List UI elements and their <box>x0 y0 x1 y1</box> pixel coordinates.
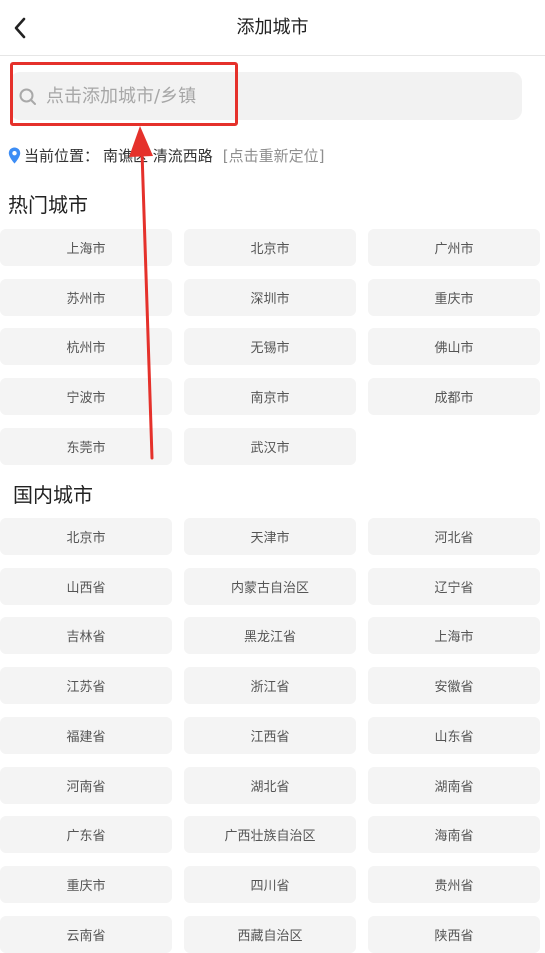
page-title: 添加城市 <box>236 17 309 38</box>
hot-city-button[interactable]: 深圳市 <box>184 278 356 316</box>
hot-city-button[interactable]: 广州市 <box>368 229 540 266</box>
search-icon <box>19 88 36 105</box>
domestic-city-button[interactable]: 山西省 <box>0 567 172 605</box>
location-label: 当前位置： <box>24 146 100 165</box>
domestic-city-button[interactable]: 海南省 <box>368 816 540 854</box>
hot-city-button[interactable]: 佛山市 <box>368 328 540 366</box>
domestic-city-button[interactable]: 广西壮族自治区 <box>184 816 356 854</box>
hot-city-button[interactable]: 苏州市 <box>0 278 172 316</box>
domestic-city-button[interactable]: 江苏省 <box>0 667 172 705</box>
domestic-city-button[interactable]: 湖南省 <box>368 766 540 804</box>
domestic-city-button[interactable]: 重庆市 <box>0 865 172 903</box>
domestic-city-button[interactable]: 湖北省 <box>184 766 356 804</box>
domestic-cities-title: 国内城市 <box>13 483 93 507</box>
relocate-link[interactable]: [点击重新定位] <box>223 145 325 166</box>
domestic-city-button[interactable]: 四川省 <box>184 865 356 903</box>
hot-city-button[interactable]: 东莞市 <box>0 427 172 465</box>
domestic-city-button[interactable]: 贵州省 <box>368 865 540 903</box>
domestic-city-button[interactable]: 内蒙古自治区 <box>184 567 356 605</box>
domestic-city-button[interactable]: 云南省 <box>0 915 172 953</box>
domestic-city-button[interactable]: 河南省 <box>0 766 172 804</box>
header: 添加城市 <box>0 0 545 56</box>
domestic-city-button[interactable]: 北京市 <box>0 518 172 555</box>
hot-city-button[interactable]: 上海市 <box>0 229 172 266</box>
domestic-city-button[interactable]: 广东省 <box>0 816 172 854</box>
map-pin-icon <box>8 147 21 163</box>
current-location: 当前位置： 南谯区 清流西路 [点击重新定位] <box>8 142 325 168</box>
domestic-city-button[interactable]: 天津市 <box>184 518 356 555</box>
domestic-city-button[interactable]: 上海市 <box>368 617 540 655</box>
hot-city-button[interactable]: 南京市 <box>184 378 356 416</box>
domestic-city-button[interactable]: 福建省 <box>0 716 172 754</box>
domestic-city-button[interactable]: 辽宁省 <box>368 567 540 605</box>
hot-city-button[interactable]: 宁波市 <box>0 378 172 416</box>
search-input[interactable] <box>46 80 236 112</box>
hot-city-button[interactable]: 武汉市 <box>184 427 356 465</box>
hot-city-button[interactable]: 北京市 <box>184 229 356 266</box>
hot-city-button[interactable]: 杭州市 <box>0 328 172 366</box>
domestic-city-button[interactable]: 河北省 <box>368 518 540 555</box>
domestic-city-button[interactable]: 陕西省 <box>368 915 540 953</box>
location-value: 南谯区 清流西路 <box>103 146 213 165</box>
domestic-city-button[interactable]: 黑龙江省 <box>184 617 356 655</box>
domestic-city-button[interactable]: 浙江省 <box>184 667 356 705</box>
domestic-city-button[interactable]: 江西省 <box>184 716 356 754</box>
hot-city-button[interactable]: 重庆市 <box>368 278 540 316</box>
domestic-city-button[interactable]: 山东省 <box>368 716 540 754</box>
domestic-city-button[interactable]: 安徽省 <box>368 667 540 705</box>
domestic-city-button[interactable]: 西藏自治区 <box>184 915 356 953</box>
hot-city-button[interactable]: 无锡市 <box>184 328 356 366</box>
hot-city-button[interactable]: 成都市 <box>368 378 540 416</box>
hot-cities-title: 热门城市 <box>8 193 88 217</box>
domestic-city-button[interactable]: 吉林省 <box>0 617 172 655</box>
